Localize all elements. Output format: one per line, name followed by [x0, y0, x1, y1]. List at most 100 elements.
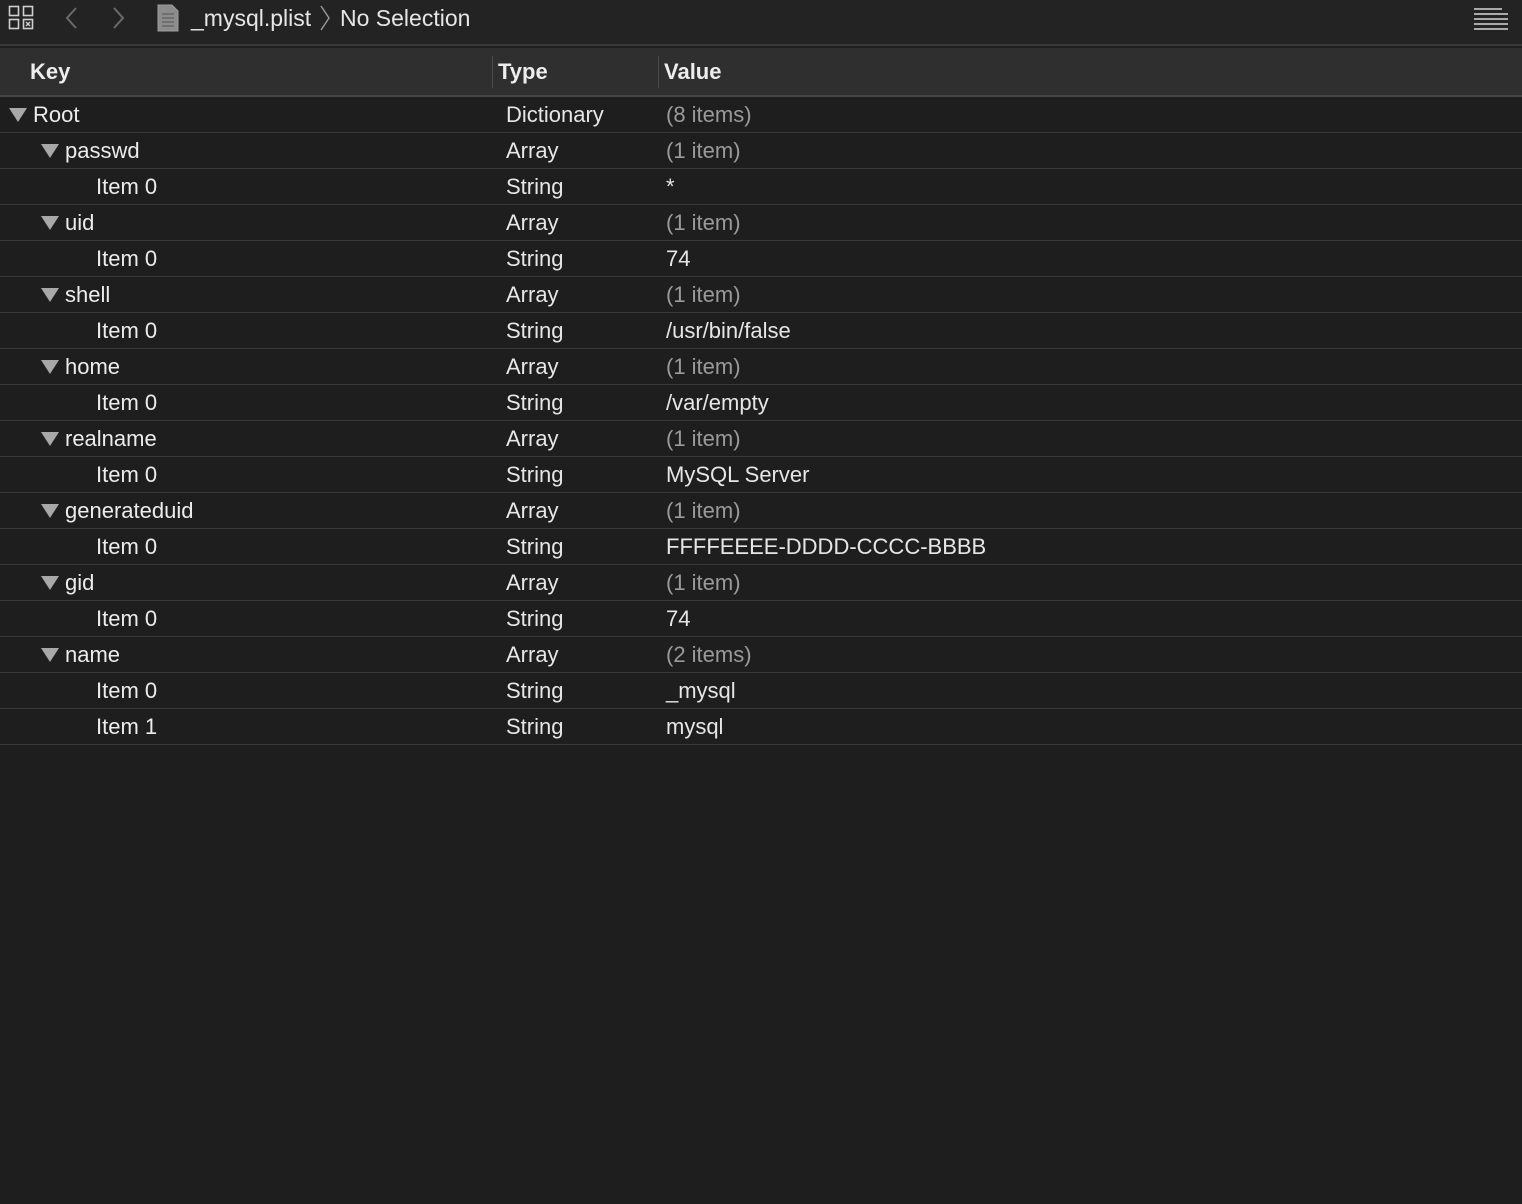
- outline-row[interactable]: Item 1 String mysql: [0, 709, 1522, 745]
- row-type-cell[interactable]: Array: [506, 637, 559, 672]
- row-key-cell[interactable]: Item 0: [96, 529, 157, 564]
- outline-row[interactable]: Item 0 String FFFFEEEE-DDDD-CCCC-BBBB: [0, 529, 1522, 565]
- row-key-cell[interactable]: Item 1: [96, 709, 157, 744]
- row-key-cell[interactable]: shell: [41, 277, 110, 312]
- disclosure-triangle-down-icon[interactable]: [41, 359, 59, 374]
- row-value-cell[interactable]: /var/empty: [666, 385, 769, 420]
- row-key-label: home: [65, 354, 121, 379]
- row-key-cell[interactable]: gid: [41, 565, 94, 600]
- row-value-cell[interactable]: (2 items): [666, 637, 752, 672]
- row-type-cell[interactable]: Array: [506, 493, 559, 528]
- row-key-label: Root: [33, 102, 80, 127]
- row-value-cell[interactable]: (1 item): [666, 133, 741, 168]
- row-type-cell[interactable]: String: [506, 385, 563, 420]
- row-key-label: Item 0: [96, 462, 158, 487]
- row-key-cell[interactable]: realname: [41, 421, 157, 456]
- breadcrumb-selection[interactable]: No Selection: [340, 0, 470, 36]
- chevron-right-icon[interactable]: [108, 0, 132, 36]
- row-key-cell[interactable]: generateduid: [41, 493, 193, 528]
- row-value-cell[interactable]: (1 item): [666, 205, 741, 240]
- lines-menu-icon[interactable]: [1472, 2, 1512, 38]
- outline-row[interactable]: Item 0 String/usr/bin/false: [0, 313, 1522, 349]
- row-type-cell[interactable]: Dictionary: [506, 97, 604, 132]
- related-items-grid-icon[interactable]: [8, 0, 36, 36]
- outline-row[interactable]: home Array (1 item): [0, 349, 1522, 385]
- row-type-cell[interactable]: Array: [506, 277, 559, 312]
- disclosure-triangle-down-icon[interactable]: [41, 143, 59, 158]
- row-type-cell[interactable]: Array: [506, 421, 559, 456]
- column-header-value[interactable]: Value: [664, 48, 721, 95]
- outline-row[interactable]: Item 0 String 74: [0, 241, 1522, 277]
- row-value-cell[interactable]: (1 item): [666, 349, 741, 384]
- row-type-cell[interactable]: Array: [506, 565, 559, 600]
- row-value-cell[interactable]: (1 item): [666, 277, 741, 312]
- column-header-key[interactable]: Key: [30, 48, 70, 95]
- outline-row[interactable]: generateduid Array (1 item): [0, 493, 1522, 529]
- outline-row[interactable]: name Array (2 items): [0, 637, 1522, 673]
- row-key-cell[interactable]: home: [41, 349, 120, 384]
- chevron-left-icon[interactable]: [62, 0, 86, 36]
- outline-row[interactable]: Item 0 String _mysql: [0, 673, 1522, 709]
- row-type-cell[interactable]: String: [506, 313, 563, 348]
- row-value-cell[interactable]: FFFFEEEE-DDDD-CCCC-BBBB: [666, 529, 986, 564]
- row-type-cell[interactable]: String: [506, 709, 563, 744]
- row-key-cell[interactable]: Item 0: [96, 313, 157, 348]
- row-key-cell[interactable]: uid: [41, 205, 94, 240]
- row-key-cell[interactable]: Root: [9, 97, 79, 132]
- column-divider[interactable]: [658, 56, 659, 88]
- row-value-cell[interactable]: MySQL Server: [666, 457, 809, 492]
- row-value-cell[interactable]: mysql: [666, 709, 723, 744]
- row-type-cell[interactable]: Array: [506, 205, 559, 240]
- row-type-cell[interactable]: String: [506, 529, 563, 564]
- row-value-cell[interactable]: *: [666, 169, 675, 204]
- row-key-cell[interactable]: Item 0: [96, 169, 157, 204]
- row-key-label: shell: [65, 282, 111, 307]
- row-type-cell[interactable]: String: [506, 601, 563, 636]
- row-value-cell[interactable]: 74: [666, 241, 690, 276]
- row-type-cell[interactable]: String: [506, 673, 563, 708]
- row-key-cell[interactable]: Item 0: [96, 241, 157, 276]
- disclosure-triangle-down-icon[interactable]: [41, 215, 59, 230]
- outline-row[interactable]: Item 0 String *: [0, 169, 1522, 205]
- row-key-cell[interactable]: passwd: [41, 133, 140, 168]
- outline-row[interactable]: shell Array (1 item): [0, 277, 1522, 313]
- row-value-cell[interactable]: 74: [666, 601, 690, 636]
- row-value-cell[interactable]: /usr/bin/false: [666, 313, 791, 348]
- disclosure-triangle-down-icon[interactable]: [9, 107, 27, 122]
- outline-row[interactable]: uid Array (1 item): [0, 205, 1522, 241]
- row-type-cell[interactable]: Array: [506, 349, 559, 384]
- column-divider[interactable]: [492, 56, 493, 88]
- row-type-cell[interactable]: String: [506, 457, 563, 492]
- disclosure-triangle-down-icon[interactable]: [41, 431, 59, 446]
- outline-row[interactable]: Root Dictionary (8 items): [0, 97, 1522, 133]
- breadcrumb-file[interactable]: _mysql.plist: [191, 0, 311, 36]
- disclosure-triangle-down-icon[interactable]: [41, 575, 59, 590]
- row-value-cell[interactable]: (1 item): [666, 493, 741, 528]
- row-value-cell[interactable]: (1 item): [666, 565, 741, 600]
- outline-row[interactable]: passwd Array (1 item): [0, 133, 1522, 169]
- outline-row[interactable]: Item 0 String/var/empty: [0, 385, 1522, 421]
- outline-row[interactable]: gid Array (1 item): [0, 565, 1522, 601]
- row-type-cell[interactable]: String: [506, 241, 563, 276]
- row-value-cell[interactable]: (1 item): [666, 421, 741, 456]
- disclosure-triangle-down-icon[interactable]: [41, 647, 59, 662]
- disclosure-triangle-down-icon[interactable]: [41, 287, 59, 302]
- plist-outline: Root Dictionary (8 items) passwd Array (1 ite…: [0, 97, 1522, 745]
- outline-row[interactable]: Item 0 String MySQL Server: [0, 457, 1522, 493]
- row-key-cell[interactable]: Item 0: [96, 457, 157, 492]
- disclosure-triangle-down-icon[interactable]: [41, 503, 59, 518]
- outline-row[interactable]: realname Array (1 item): [0, 421, 1522, 457]
- row-key-cell[interactable]: Item 0: [96, 673, 157, 708]
- row-type-cell[interactable]: String: [506, 169, 563, 204]
- plist-file-icon: [156, 0, 180, 36]
- row-key-cell[interactable]: Item 0: [96, 385, 157, 420]
- row-key-cell[interactable]: Item 0: [96, 601, 157, 636]
- row-key-label: Item 0: [96, 318, 158, 343]
- row-value-cell[interactable]: _mysql: [666, 673, 736, 708]
- breadcrumb-chevron-icon: [318, 0, 334, 36]
- row-value-cell[interactable]: (8 items): [666, 97, 752, 132]
- row-type-cell[interactable]: Array: [506, 133, 559, 168]
- row-key-cell[interactable]: name: [41, 637, 120, 672]
- column-header-type[interactable]: Type: [498, 48, 548, 95]
- outline-row[interactable]: Item 0 String 74: [0, 601, 1522, 637]
